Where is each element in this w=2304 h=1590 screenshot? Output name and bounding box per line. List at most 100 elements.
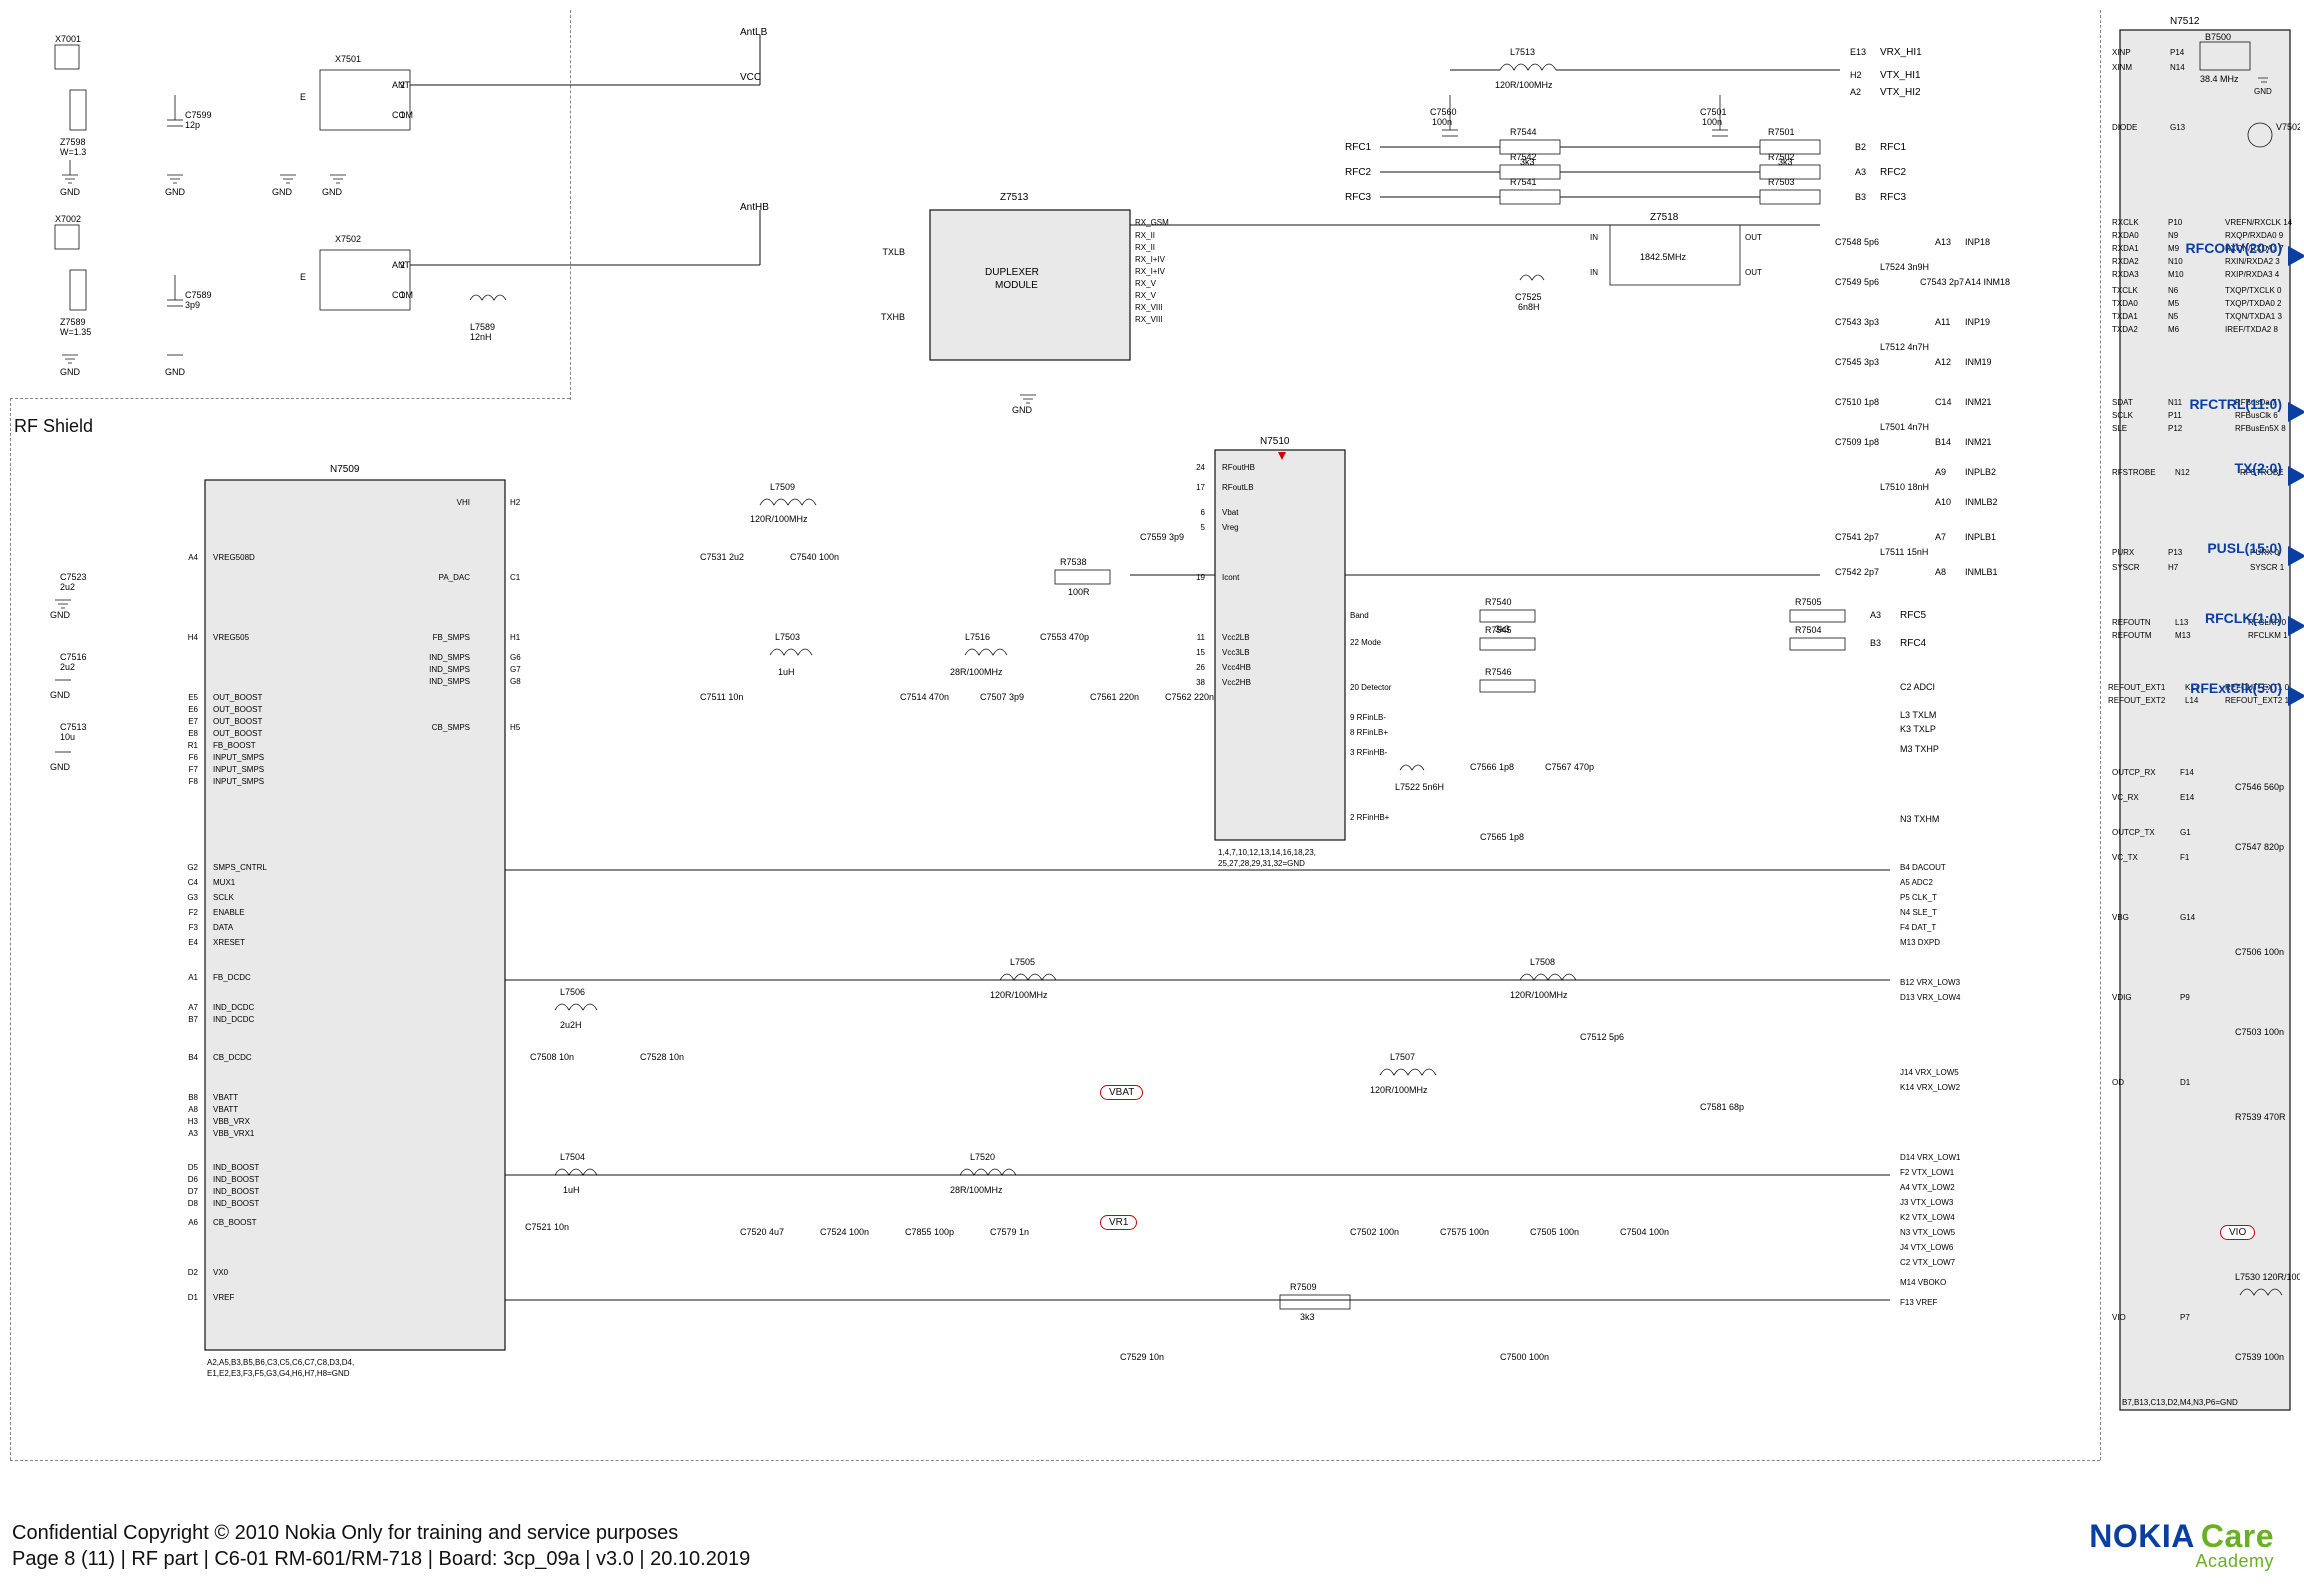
svg-text:GND: GND [2254, 87, 2272, 96]
svg-text:GND: GND [165, 367, 186, 377]
svg-text:TXDA0: TXDA0 [2112, 299, 2138, 308]
svg-text:E13: E13 [1850, 47, 1866, 57]
svg-text:A6: A6 [188, 1218, 198, 1227]
footer-line1: Confidential Copyright © 2010 Nokia Only… [12, 1520, 750, 1546]
svg-text:C7540 100n: C7540 100n [790, 552, 839, 562]
svg-text:B7500: B7500 [2205, 32, 2231, 42]
svg-text:L7530 120R/100MHz: L7530 120R/100MHz [2235, 1272, 2300, 1282]
svg-text:F3: F3 [189, 923, 199, 932]
svg-text:Vcc2LB: Vcc2LB [1222, 633, 1250, 642]
svg-text:L7504: L7504 [560, 1152, 585, 1162]
svg-text:19: 19 [1196, 573, 1205, 582]
svg-text:P9: P9 [2180, 993, 2190, 1002]
svg-text:17: 17 [1196, 483, 1205, 492]
svg-text:C7565 1p8: C7565 1p8 [1480, 832, 1524, 842]
svg-text:VC_RX: VC_RX [2112, 793, 2139, 802]
svg-text:REFOUT_EXT1: REFOUT_EXT1 [2108, 683, 2166, 692]
svg-text:K2 VTX_LOW4: K2 VTX_LOW4 [1900, 1213, 1955, 1222]
svg-text:P10: P10 [2168, 218, 2183, 227]
svg-text:9 RFinLB-: 9 RFinLB- [1350, 713, 1386, 722]
svg-text:E1,E2,E3,F3,F5,G3,G4,H6,H7,H8=: E1,E2,E3,F3,F5,G3,G4,H6,H7,H8=GND [207, 1369, 350, 1378]
svg-text:C7575 100n: C7575 100n [1440, 1227, 1489, 1237]
svg-text:A7: A7 [1935, 532, 1946, 542]
svg-text:MODULE: MODULE [995, 280, 1038, 291]
svg-text:L7524 3n9H: L7524 3n9H [1880, 262, 1929, 272]
svg-text:F14: F14 [2180, 768, 2194, 777]
svg-text:C2 VTX_LOW7: C2 VTX_LOW7 [1900, 1258, 1956, 1267]
svg-text:2u2: 2u2 [60, 582, 75, 592]
svg-text:X7001: X7001 [55, 34, 81, 44]
svg-text:REFOUTN: REFOUTN [2112, 618, 2151, 627]
svg-text:X7002: X7002 [55, 214, 81, 224]
logo-academy: Academy [2089, 1551, 2274, 1572]
svg-text:RFC3: RFC3 [1345, 192, 1372, 203]
svg-text:P5 CLK_T: P5 CLK_T [1900, 893, 1937, 902]
svg-text:38.4 MHz: 38.4 MHz [2200, 74, 2239, 84]
svg-text:E: E [300, 272, 306, 282]
svg-text:OUT_BOOST: OUT_BOOST [213, 693, 262, 702]
svg-text:2 RFinHB+: 2 RFinHB+ [1350, 813, 1390, 822]
svg-text:L14: L14 [2185, 696, 2199, 705]
footer-line2: Page 8 (11) | RF part | C6-01 RM-601/RM-… [12, 1546, 750, 1572]
svg-text:Vcc3LB: Vcc3LB [1222, 648, 1250, 657]
svg-text:R7542: R7542 [1510, 152, 1537, 162]
svg-text:B3: B3 [1870, 638, 1881, 648]
svg-text:D2: D2 [188, 1268, 199, 1277]
svg-text:L7507: L7507 [1390, 1052, 1415, 1062]
svg-text:Z7513: Z7513 [1000, 192, 1029, 203]
svg-text:2u2H: 2u2H [560, 1020, 582, 1030]
svg-text:C7514 470n: C7514 470n [900, 692, 949, 702]
svg-text:VBATT: VBATT [213, 1105, 238, 1114]
svg-text:RFoutLB: RFoutLB [1222, 483, 1254, 492]
svg-text:C7501: C7501 [1700, 107, 1727, 117]
svg-text:RX_V: RX_V [1135, 279, 1157, 288]
svg-text:F2 VTX_LOW1: F2 VTX_LOW1 [1900, 1168, 1955, 1177]
svg-text:C7504 100n: C7504 100n [1620, 1227, 1669, 1237]
svg-text:E8: E8 [188, 729, 198, 738]
svg-text:REFOUT_EXT2: REFOUT_EXT2 [2108, 696, 2166, 705]
svg-text:W=1.35: W=1.35 [60, 327, 91, 337]
svg-text:R7538: R7538 [1060, 557, 1087, 567]
svg-text:G13: G13 [2170, 123, 2186, 132]
svg-text:C7507 3p9: C7507 3p9 [980, 692, 1024, 702]
svg-text:R7502: R7502 [1768, 152, 1795, 162]
vio-pill: VIO [2220, 1225, 2255, 1240]
svg-text:C1: C1 [510, 573, 521, 582]
svg-text:RFC2: RFC2 [1345, 167, 1372, 178]
svg-text:F2: F2 [189, 908, 199, 917]
svg-text:Vbat: Vbat [1222, 508, 1239, 517]
svg-text:N7510: N7510 [1260, 436, 1290, 447]
svg-text:RXDA2: RXDA2 [2112, 257, 2139, 266]
svg-text:C7553 470p: C7553 470p [1040, 632, 1089, 642]
svg-text:E5: E5 [188, 693, 198, 702]
svg-text:F4 DAT_T: F4 DAT_T [1900, 923, 1936, 932]
svg-text:OUT_BOOST: OUT_BOOST [213, 705, 262, 714]
svg-text:C7531 2u2: C7531 2u2 [700, 552, 744, 562]
svg-text:RFBusEn5X 8: RFBusEn5X 8 [2235, 424, 2286, 433]
svg-text:A1: A1 [188, 973, 198, 982]
svg-text:OUT_BOOST: OUT_BOOST [213, 717, 262, 726]
svg-text:2: 2 [400, 80, 405, 90]
svg-text:C7549 5p6: C7549 5p6 [1835, 277, 1879, 287]
svg-text:RX_II: RX_II [1135, 231, 1155, 240]
svg-text:A4: A4 [188, 553, 198, 562]
svg-text:C7525: C7525 [1515, 292, 1542, 302]
svg-text:H2: H2 [1850, 70, 1862, 80]
svg-text:RFC1: RFC1 [1880, 142, 1907, 153]
svg-text:C7510 1p8: C7510 1p8 [1835, 397, 1879, 407]
svg-text:A12: A12 [1935, 357, 1951, 367]
svg-text:X7502: X7502 [335, 234, 361, 244]
svg-text:H3: H3 [188, 1117, 199, 1126]
svg-text:C14: C14 [1935, 397, 1952, 407]
svg-text:C7559 3p9: C7559 3p9 [1140, 532, 1184, 542]
svg-text:C7512 5p6: C7512 5p6 [1580, 1032, 1624, 1042]
svg-text:N7512: N7512 [2170, 16, 2200, 27]
svg-text:VREG505: VREG505 [213, 633, 250, 642]
svg-text:INPUT_SMPS: INPUT_SMPS [213, 765, 264, 774]
svg-text:G1: G1 [2180, 828, 2191, 837]
svg-text:M13: M13 [2175, 631, 2191, 640]
svg-text:FB_BOOST: FB_BOOST [213, 741, 256, 750]
svg-text:Vcc4HB: Vcc4HB [1222, 663, 1251, 672]
svg-text:M5: M5 [2168, 299, 2180, 308]
svg-text:D7: D7 [188, 1187, 199, 1196]
